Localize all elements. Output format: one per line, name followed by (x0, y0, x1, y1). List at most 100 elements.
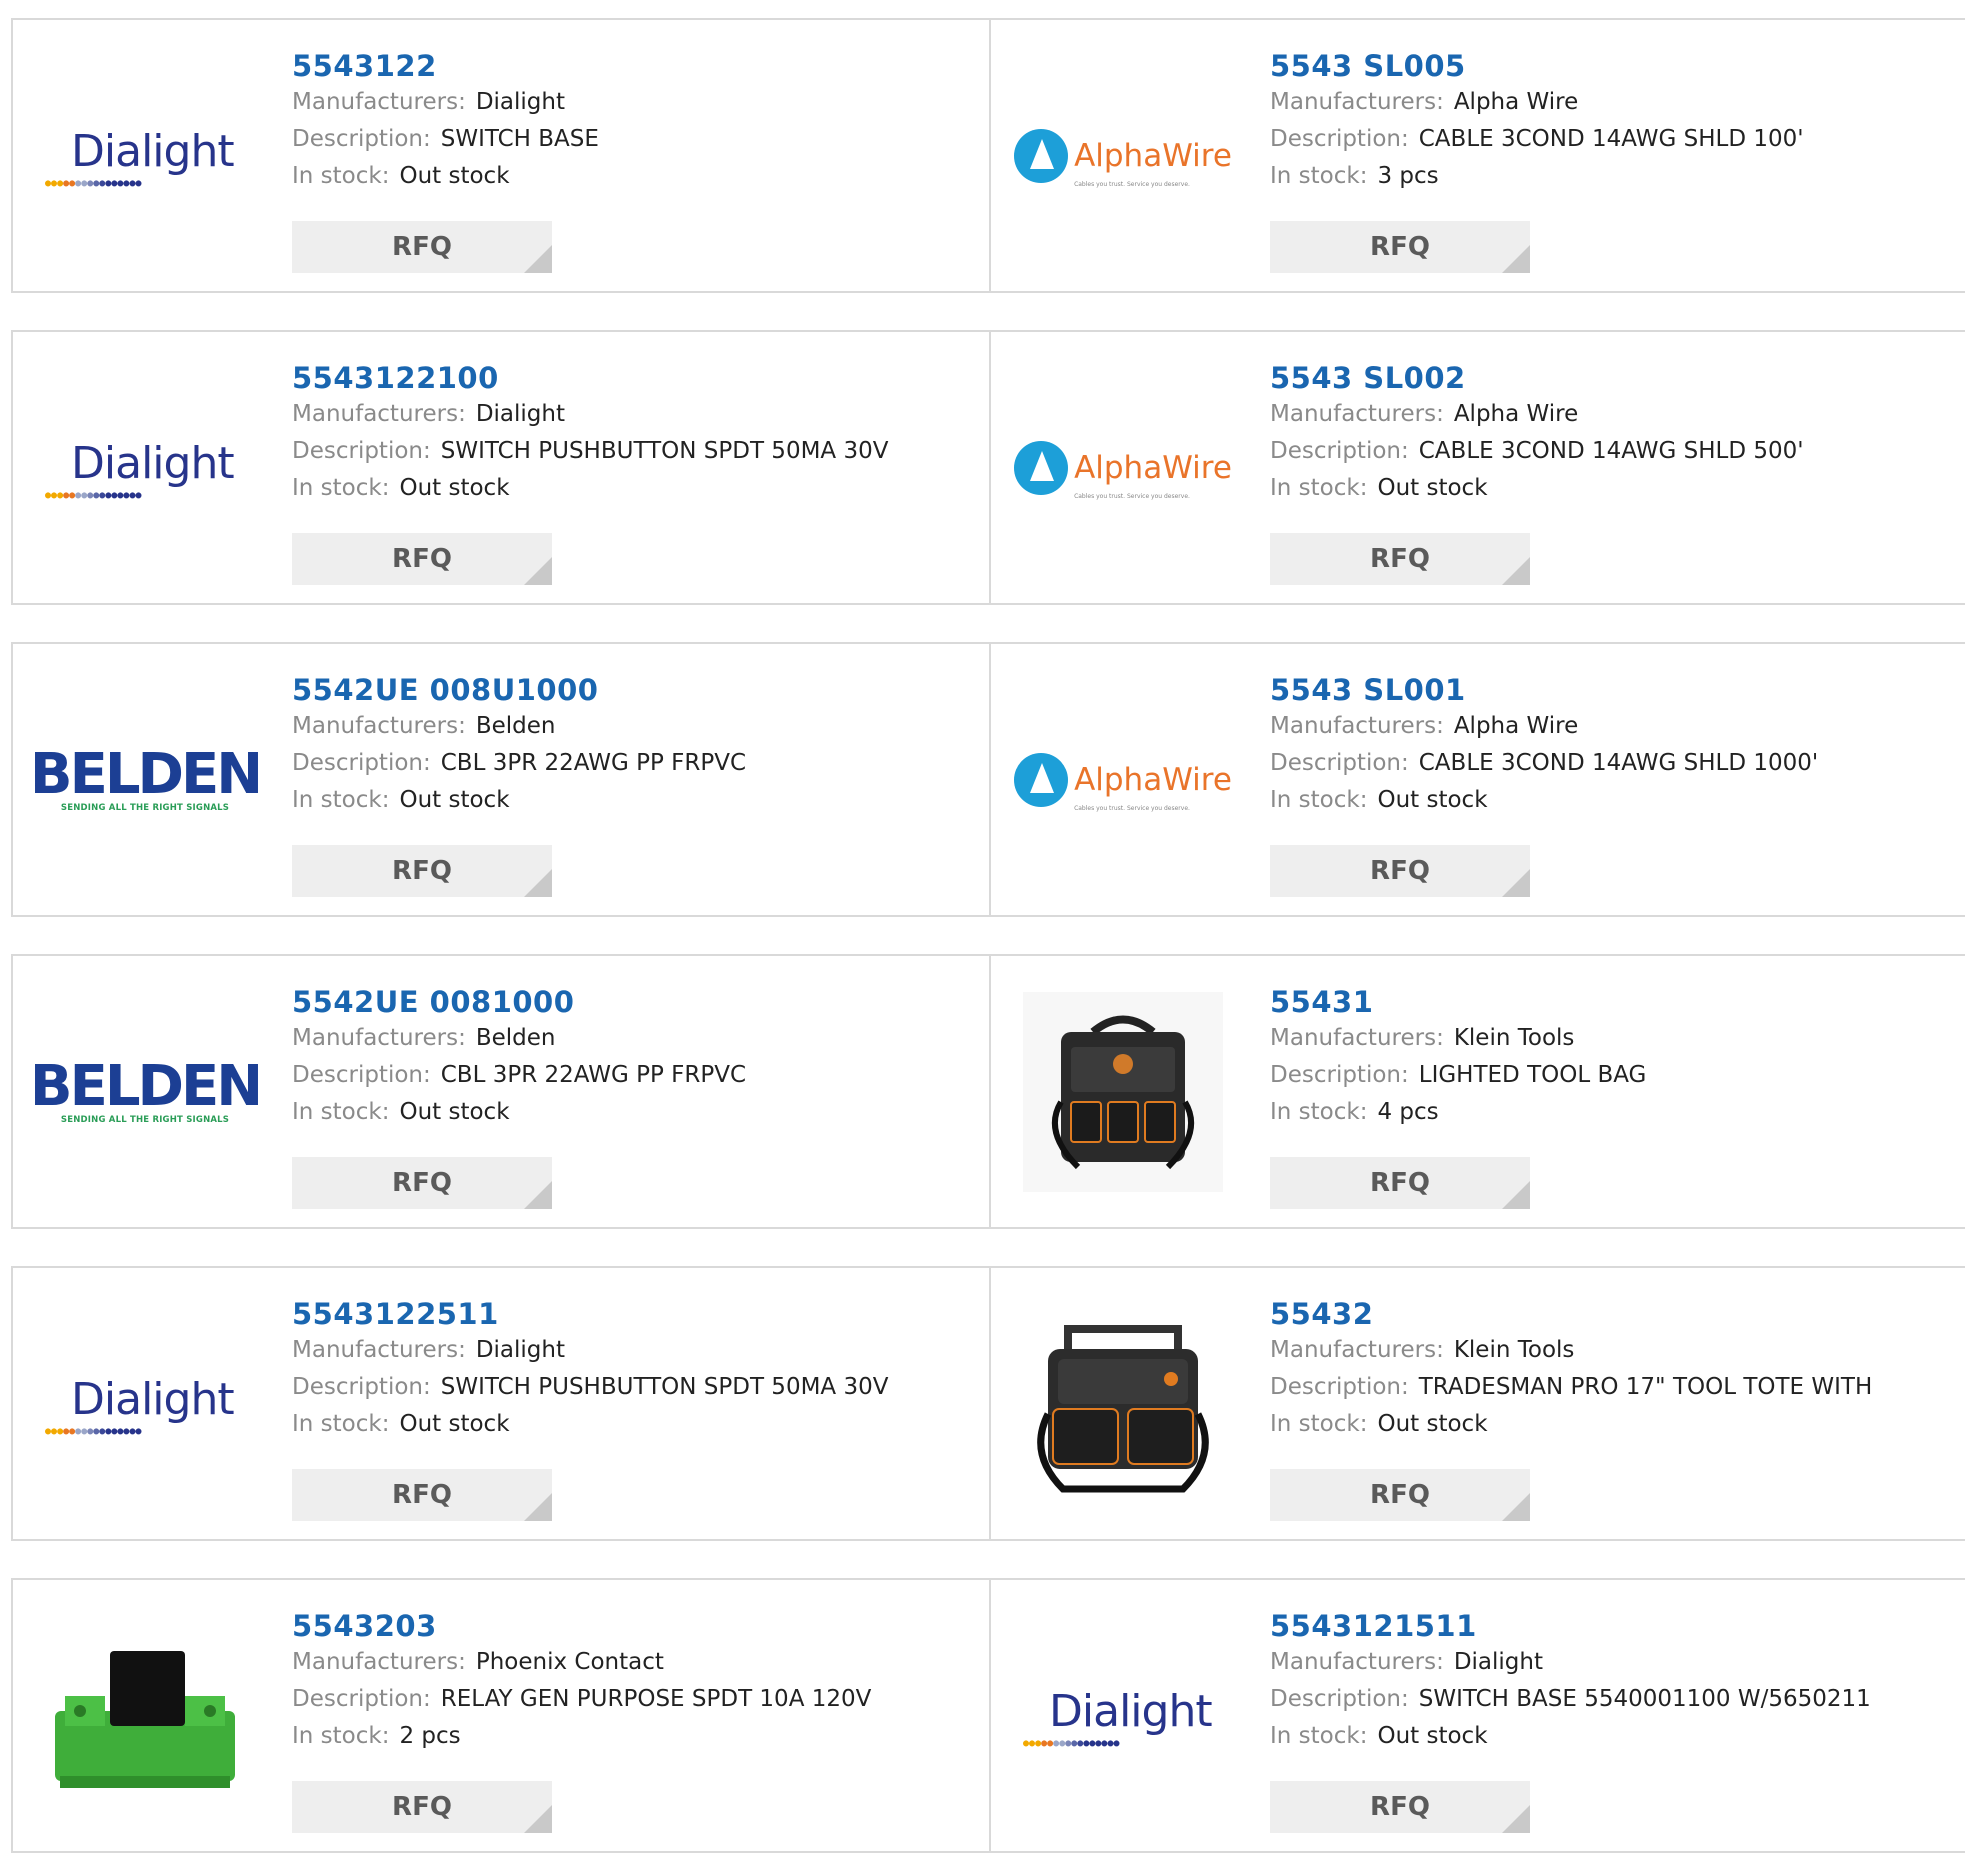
corner-fold-icon (1502, 869, 1530, 897)
rfq-label: RFQ (1370, 1792, 1430, 1822)
product-info: 55432 Manufacturers: Klein Tools Descriptio… (1270, 1296, 1955, 1443)
manufacturer-label: Manufacturers: (292, 1337, 466, 1363)
manufacturer-label: Manufacturers: (1270, 1649, 1444, 1675)
manufacturer-value: Belden (475, 713, 556, 739)
manufacturer-row: Manufacturers: Dialight (292, 84, 979, 121)
stock-row: In stock: Out stock (1270, 1406, 1955, 1443)
rfq-button[interactable]: RFQ (292, 1781, 552, 1833)
manufacturer-value: Dialight (1453, 1649, 1543, 1675)
product-image[interactable]: Dialight ●●●●●●●●●●●●●●●● (45, 368, 245, 568)
product-card: BELDEN SENDING ALL THE RIGHT SIGNALS 5542U… (11, 954, 989, 1229)
part-number-link[interactable]: 5543 SL005 (1270, 48, 1955, 84)
part-number-link[interactable]: 55432 (1270, 1296, 1955, 1332)
corner-fold-icon (524, 1181, 552, 1209)
stock-value: 3 pcs (1377, 163, 1439, 189)
rfq-button[interactable]: RFQ (292, 533, 552, 585)
manufacturer-row: Manufacturers: Dialight (1270, 1644, 1955, 1681)
description-label: Description: (1270, 438, 1409, 464)
alphawire-logo: AlphaWire Cables you trust. Service you d… (1014, 753, 1232, 812)
product-info: 5543122100 Manufacturers: Dialight Descript… (292, 360, 979, 507)
rfq-button[interactable]: RFQ (292, 1469, 552, 1521)
manufacturer-label: Manufacturers: (292, 89, 466, 115)
rfq-label: RFQ (1370, 856, 1430, 886)
description-label: Description: (1270, 1374, 1409, 1400)
product-image[interactable] (1023, 992, 1223, 1192)
part-number-link[interactable]: 5542UE 008U1000 (292, 672, 979, 708)
description-row: Description: CBL 3PR 22AWG PP FRPVC (292, 745, 979, 782)
part-number-link[interactable]: 55431 (1270, 984, 1955, 1020)
product-image[interactable]: Dialight ●●●●●●●●●●●●●●●● (1023, 1616, 1223, 1816)
stock-label: In stock: (292, 1099, 390, 1125)
corner-fold-icon (524, 1493, 552, 1521)
manufacturer-row: Manufacturers: Alpha Wire (1270, 708, 1955, 745)
alphawire-a-icon (1014, 753, 1069, 807)
rfq-button[interactable]: RFQ (1270, 1157, 1530, 1209)
product-grid: Dialight ●●●●●●●●●●●●●●●● 5543122 Manufactu… (11, 18, 1965, 1853)
stock-label: In stock: (1270, 787, 1368, 813)
product-image[interactable]: BELDEN SENDING ALL THE RIGHT SIGNALS (30, 992, 263, 1192)
description-row: Description: SWITCH BASE (292, 121, 979, 158)
rfq-button[interactable]: RFQ (292, 845, 552, 897)
tool-bag-image (1023, 992, 1223, 1192)
manufacturer-row: Manufacturers: Belden (292, 1020, 979, 1057)
rfq-button[interactable]: RFQ (1270, 533, 1530, 585)
product-image[interactable]: AlphaWire Cables you trust. Service you d… (1014, 56, 1232, 256)
description-row: Description: CBL 3PR 22AWG PP FRPVC (292, 1057, 979, 1094)
product-card: 5543203 Manufacturers: Phoenix Contact Desc… (11, 1578, 989, 1853)
manufacturer-label: Manufacturers: (1270, 89, 1444, 115)
stock-row: In stock: Out stock (292, 158, 979, 195)
product-info: 5543122 Manufacturers: Dialight Description… (292, 48, 979, 195)
rfq-button[interactable]: RFQ (1270, 1469, 1530, 1521)
rfq-button[interactable]: RFQ (1270, 1781, 1530, 1833)
part-number-link[interactable]: 5543 SL002 (1270, 360, 1955, 396)
product-image[interactable]: Dialight ●●●●●●●●●●●●●●●● (45, 1304, 245, 1504)
description-row: Description: CABLE 3COND 14AWG SHLD 500' (1270, 433, 1955, 470)
part-number-link[interactable]: 5543121511 (1270, 1608, 1955, 1644)
description-label: Description: (1270, 750, 1409, 776)
product-image[interactable] (45, 1616, 245, 1816)
part-number-link[interactable]: 5543122511 (292, 1296, 979, 1332)
stock-row: In stock: Out stock (292, 1406, 979, 1443)
manufacturer-label: Manufacturers: (292, 1649, 466, 1675)
manufacturer-row: Manufacturers: Klein Tools (1270, 1332, 1955, 1369)
corner-fold-icon (524, 869, 552, 897)
product-image[interactable] (1023, 1304, 1223, 1504)
manufacturer-value: Alpha Wire (1453, 713, 1579, 739)
product-card: AlphaWire Cables you trust. Service you d… (989, 642, 1965, 917)
product-card: Dialight ●●●●●●●●●●●●●●●● 5543122100 Manufa… (11, 330, 989, 605)
product-card: BELDEN SENDING ALL THE RIGHT SIGNALS 5542U… (11, 642, 989, 917)
alphawire-logo: AlphaWire Cables you trust. Service you d… (1014, 129, 1232, 188)
product-info: 5542UE 008U1000 Manufacturers: Belden Descr… (292, 672, 979, 819)
part-number-link[interactable]: 5543122 (292, 48, 979, 84)
product-image[interactable]: Dialight ●●●●●●●●●●●●●●●● (45, 56, 245, 256)
product-image[interactable]: BELDEN SENDING ALL THE RIGHT SIGNALS (30, 680, 263, 880)
corner-fold-icon (524, 1805, 552, 1833)
description-value: RELAY GEN PURPOSE SPDT 10A 120V (440, 1686, 872, 1712)
rfq-button[interactable]: RFQ (292, 1157, 552, 1209)
stock-label: In stock: (1270, 1723, 1368, 1749)
product-image[interactable]: AlphaWire Cables you trust. Service you d… (1014, 368, 1232, 568)
manufacturer-value: Dialight (475, 401, 565, 427)
part-number-link[interactable]: 5543122100 (292, 360, 979, 396)
description-value: CABLE 3COND 14AWG SHLD 500' (1418, 438, 1804, 464)
product-info: 5543 SL002 Manufacturers: Alpha Wire Descri… (1270, 360, 1955, 507)
description-label: Description: (292, 750, 431, 776)
description-value: CBL 3PR 22AWG PP FRPVC (440, 1062, 747, 1088)
stock-value: Out stock (1377, 1723, 1488, 1749)
manufacturer-label: Manufacturers: (292, 401, 466, 427)
stock-value: Out stock (1377, 787, 1488, 813)
part-number-link[interactable]: 5543 SL001 (1270, 672, 1955, 708)
rfq-button[interactable]: RFQ (292, 221, 552, 273)
rfq-button[interactable]: RFQ (1270, 221, 1530, 273)
manufacturer-label: Manufacturers: (1270, 1025, 1444, 1051)
stock-value: Out stock (1377, 475, 1488, 501)
part-number-link[interactable]: 5542UE 0081000 (292, 984, 979, 1020)
manufacturer-value: Dialight (475, 1337, 565, 1363)
dialight-logo: Dialight ●●●●●●●●●●●●●●●● (1023, 1686, 1213, 1749)
rfq-button[interactable]: RFQ (1270, 845, 1530, 897)
manufacturer-row: Manufacturers: Alpha Wire (1270, 84, 1955, 121)
product-image[interactable]: AlphaWire Cables you trust. Service you d… (1014, 680, 1232, 880)
description-row: Description: CABLE 3COND 14AWG SHLD 1000' (1270, 745, 1955, 782)
stock-label: In stock: (292, 1411, 390, 1437)
part-number-link[interactable]: 5543203 (292, 1608, 979, 1644)
